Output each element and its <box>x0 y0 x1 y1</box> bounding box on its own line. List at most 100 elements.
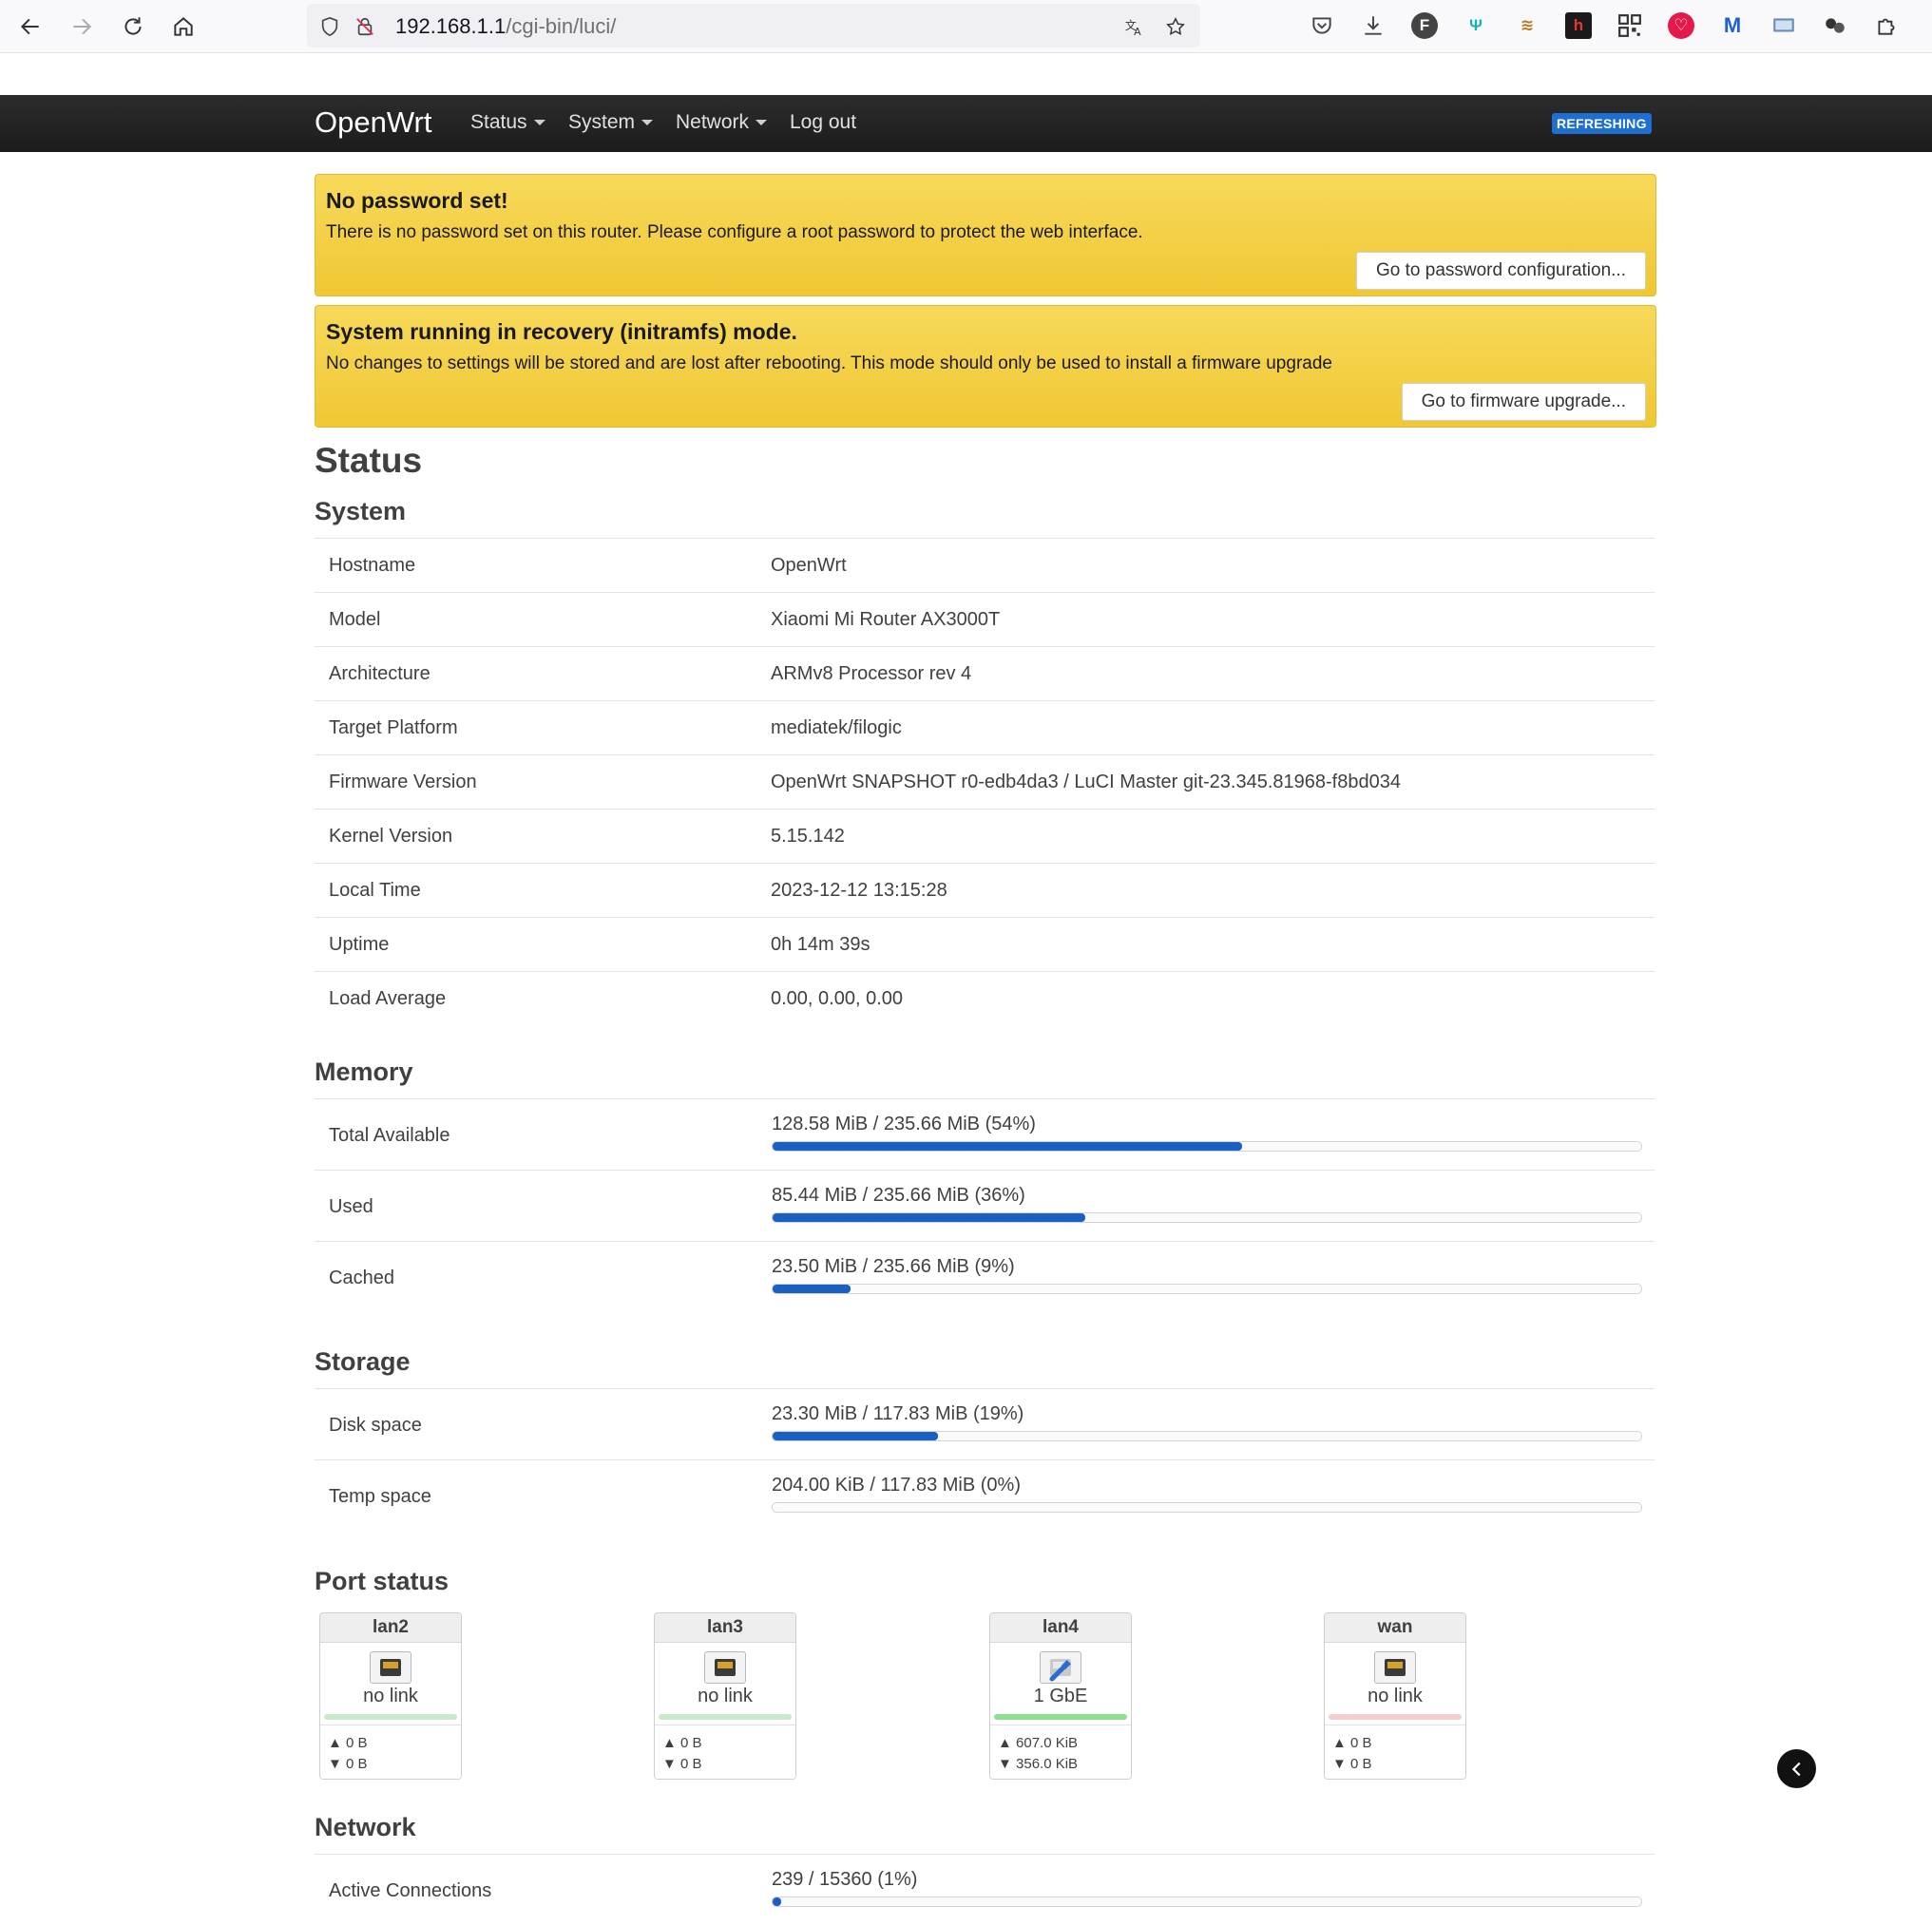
alert-text: No changes to settings will be stored an… <box>326 353 1332 373</box>
row-key: Target Platform <box>329 717 458 738</box>
port-wan[interactable]: wan no link ▲ 0 B ▼ 0 B <box>1324 1612 1466 1780</box>
alert-title: No password set! <box>326 188 508 213</box>
chevron-left-icon <box>1791 1762 1801 1776</box>
table-row: Local Time 2023-12-12 13:15:28 <box>315 863 1655 917</box>
port-lan3[interactable]: lan3 no link ▲ 0 B ▼ 0 B <box>654 1612 796 1780</box>
row-key: Load Average <box>329 988 447 1009</box>
row-key: Hostname <box>329 555 416 576</box>
port-rx: ▼ 356.0 KiB <box>998 1756 1079 1772</box>
port-tx: ▲ 0 B <box>328 1735 368 1751</box>
f-extension-icon[interactable]: F <box>1411 12 1438 39</box>
port-link-indicator <box>1329 1714 1462 1720</box>
collapse-button[interactable] <box>1777 1749 1816 1788</box>
row-value: Xiaomi Mi Router AX3000T <box>771 609 1001 630</box>
progress-bar <box>772 1896 1642 1907</box>
shield-icon[interactable] <box>319 16 340 37</box>
download-icon[interactable] <box>1360 12 1387 39</box>
qr-code-icon[interactable] <box>1616 12 1643 39</box>
password-configuration-button[interactable]: Go to password configuration... <box>1356 252 1646 290</box>
bookmark-star-icon[interactable] <box>1165 16 1186 37</box>
port-traffic: ▲ 607.0 KiB ▼ 356.0 KiB <box>990 1725 1131 1779</box>
malwarebytes-icon[interactable]: M <box>1719 12 1746 39</box>
port-speed: no link <box>1368 1686 1423 1706</box>
table-row: Disk space 23.30 MiB / 117.83 MiB (19%) <box>315 1388 1655 1459</box>
reload-button[interactable] <box>116 10 150 44</box>
bar-text: 128.58 MiB / 235.66 MiB (54%) <box>772 1114 1036 1134</box>
progress-fill <box>773 1432 938 1440</box>
extensions-puzzle-icon[interactable] <box>1873 12 1900 39</box>
progress-bar <box>772 1502 1642 1513</box>
url-bar[interactable]: 192.168.1.1/cgi-bin/luci/ 文A <box>307 4 1200 48</box>
row-key: Active Connections <box>329 1880 492 1901</box>
row-key: Used <box>329 1196 373 1217</box>
port-name: wan <box>1325 1613 1465 1643</box>
port-name: lan4 <box>990 1613 1131 1643</box>
row-value: mediatek/filogic <box>771 717 902 738</box>
table-row: Cached 23.50 MiB / 235.66 MiB (9%) <box>315 1241 1655 1312</box>
port-rx: ▼ 0 B <box>1332 1756 1372 1772</box>
row-value: OpenWrt SNAPSHOT r0-edb4da3 / LuCI Maste… <box>771 772 1401 792</box>
menu-system-label: System <box>568 111 636 133</box>
progress-bar <box>772 1431 1642 1441</box>
row-key: Model <box>329 609 381 630</box>
row-value: 0.00, 0.00, 0.00 <box>771 988 904 1009</box>
back-button[interactable] <box>13 10 48 44</box>
browser-toolbar: 192.168.1.1/cgi-bin/luci/ 文A F Ψ ≋ h ♡ M <box>0 0 1932 53</box>
section-title-storage: Storage <box>315 1347 411 1376</box>
caret-down-icon <box>641 120 654 126</box>
forward-button[interactable] <box>65 10 99 44</box>
row-key: Total Available <box>329 1125 450 1146</box>
alert-recovery-mode: System running in recovery (initramfs) m… <box>315 305 1656 428</box>
url-text[interactable]: 192.168.1.1/cgi-bin/luci/ <box>395 14 616 39</box>
ethernet-port-icon <box>370 1651 411 1684</box>
firmware-upgrade-button[interactable]: Go to firmware upgrade... <box>1401 383 1646 421</box>
table-row: Kernel Version 5.15.142 <box>315 809 1655 863</box>
table-row: Uptime 0h 14m 39s <box>315 917 1655 971</box>
table-row: Hostname OpenWrt <box>315 538 1655 592</box>
luci-header: OpenWrt Status System Network Log out RE… <box>0 95 1932 152</box>
tree-extension-icon[interactable]: Ψ <box>1463 12 1489 39</box>
section-title-port-status: Port status <box>315 1567 450 1595</box>
system-table: Hostname OpenWrt Model Xiaomi Mi Router AX… <box>315 538 1655 1025</box>
row-value: ARMv8 Processor rev 4 <box>771 663 972 684</box>
port-rx: ▼ 0 B <box>328 1756 368 1772</box>
translate-icon[interactable]: 文A <box>1124 16 1145 37</box>
menu-status-label: Status <box>470 111 527 133</box>
row-key: Uptime <box>329 934 390 955</box>
ethernet-port-icon <box>1374 1651 1416 1684</box>
row-value: 2023-12-12 13:15:28 <box>771 880 947 901</box>
bar-text: 239 / 15360 (1%) <box>772 1869 918 1890</box>
bar-text: 85.44 MiB / 235.66 MiB (36%) <box>772 1185 1025 1206</box>
table-row: Target Platform mediatek/filogic <box>315 700 1655 754</box>
port-lan2[interactable]: lan2 no link ▲ 0 B ▼ 0 B <box>319 1612 462 1780</box>
row-key: Kernel Version <box>329 826 453 847</box>
port-lan4[interactable]: lan4 1 GbE ▲ 607.0 KiB ▼ 356.0 KiB <box>989 1612 1132 1780</box>
menu-network[interactable]: Network <box>676 111 768 134</box>
row-key: Local Time <box>329 880 421 901</box>
port-speed: 1 GbE <box>1033 1686 1088 1706</box>
url-path: /cgi-bin/luci/ <box>506 14 617 38</box>
svg-text:A: A <box>1134 26 1141 37</box>
brand-logo[interactable]: OpenWrt <box>315 105 431 140</box>
pocket-icon[interactable] <box>1309 12 1335 39</box>
page-title: Status <box>315 441 423 480</box>
progress-fill <box>773 1285 851 1293</box>
menu-status[interactable]: Status <box>470 111 545 134</box>
url-host: 192.168.1.1 <box>395 14 507 38</box>
sneaker-extension-icon[interactable]: ≋ <box>1514 12 1540 39</box>
table-row: Architecture ARMv8 Processor rev 4 <box>315 646 1655 700</box>
insecure-lock-icon[interactable] <box>354 16 375 37</box>
home-button[interactable] <box>166 10 201 44</box>
port-link-indicator <box>659 1714 792 1720</box>
screen-extension-icon[interactable] <box>1770 12 1797 39</box>
progress-fill <box>773 1897 782 1906</box>
menu-system[interactable]: System <box>568 111 654 134</box>
port-name: lan3 <box>655 1613 795 1643</box>
menu-logout[interactable]: Log out <box>790 111 856 134</box>
h-extension-icon[interactable]: h <box>1565 12 1592 39</box>
port-link-indicator <box>994 1714 1127 1720</box>
port-traffic: ▲ 0 B ▼ 0 B <box>1325 1725 1465 1779</box>
people-extension-icon[interactable] <box>1822 12 1848 39</box>
pocket-red-extension-icon[interactable]: ♡ <box>1668 12 1694 39</box>
refreshing-badge[interactable]: REFRESHING <box>1552 113 1652 134</box>
